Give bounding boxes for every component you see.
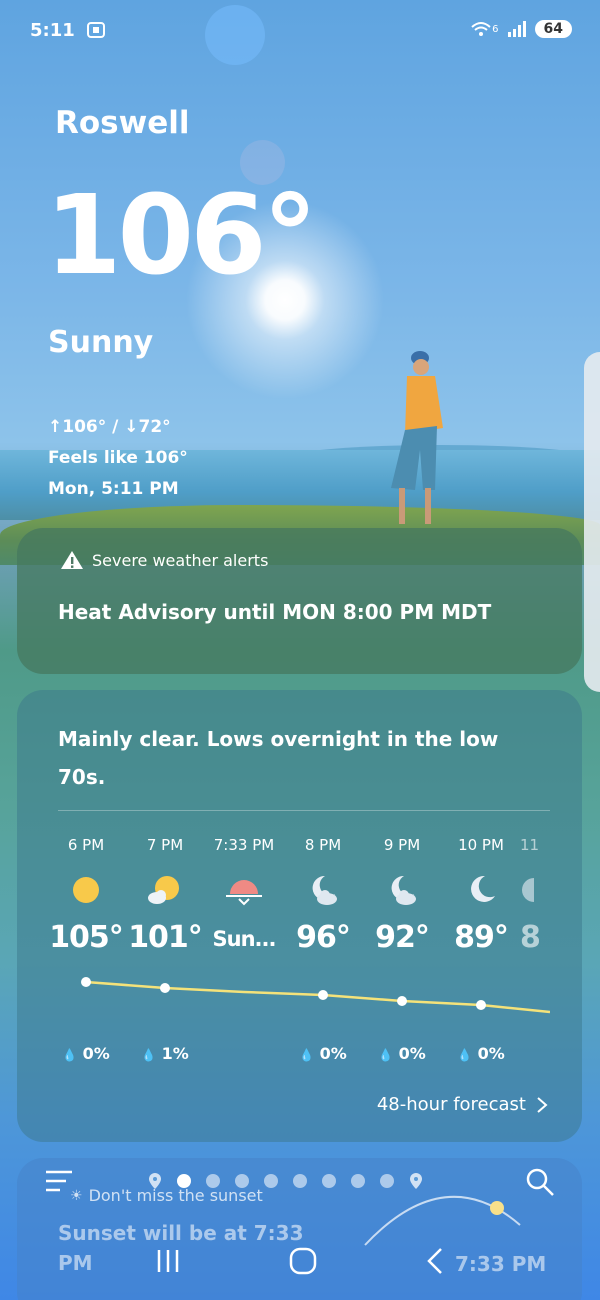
page-indicator[interactable] (148, 1172, 423, 1190)
page-dot[interactable] (206, 1174, 220, 1188)
temp-point (476, 1000, 486, 1010)
hourly-forecast-list[interactable]: 6 PM 105° 7 PM 101° 7:33 PM Sun... 8 PM … (46, 836, 550, 1076)
hour-time: 7:33 PM (213, 836, 275, 854)
page-dot[interactable] (351, 1174, 365, 1188)
current-temperature: 106° (45, 171, 318, 299)
recent-apps-icon[interactable] (153, 1248, 183, 1274)
sun-icon (73, 877, 99, 903)
weather-condition: Sunny (48, 325, 154, 360)
hour-time: 11 (520, 836, 540, 854)
hour-item[interactable]: 10 PM 89° (441, 836, 521, 970)
temp-point (397, 996, 407, 1006)
signal-icon (507, 21, 526, 37)
temp-point (318, 990, 328, 1000)
wifi-label: 6 (492, 23, 499, 35)
precipitation: 💧 0% (62, 1044, 110, 1063)
hour-item[interactable]: 7:33 PM Sun... (204, 836, 284, 970)
page-dot[interactable] (380, 1174, 394, 1188)
alert-header: Severe weather alerts (60, 550, 268, 570)
droplet-icon: 💧 (457, 1048, 473, 1062)
precipitation: 💧 0% (457, 1044, 505, 1063)
hour-time: 8 PM (304, 836, 342, 854)
menu-icon[interactable] (42, 1166, 78, 1202)
date-time: Mon, 5:11 PM (48, 479, 179, 499)
droplet-icon: 💧 (378, 1048, 394, 1062)
system-navigation-bar (0, 1236, 600, 1286)
location-pin-icon (149, 1173, 161, 1189)
alert-body: Heat Advisory until MON 8:00 PM MDT (58, 600, 492, 624)
page-dot[interactable] (177, 1174, 191, 1188)
status-icons: 6 64 (470, 20, 572, 38)
precipitation: 💧 1% (141, 1044, 189, 1063)
partly-cloudy-night-icon (312, 875, 337, 905)
page-dot[interactable] (264, 1174, 278, 1188)
hour-item[interactable]: 9 PM 92° (362, 836, 442, 970)
warning-icon (61, 551, 83, 569)
feels-like: Feels like 106° (48, 448, 188, 468)
precipitation: 💧 0% (378, 1044, 426, 1063)
divider (58, 810, 550, 811)
hour-item[interactable]: 8 PM 96° (283, 836, 363, 970)
forecast-summary: Mainly clear. Lows overnight in the low … (58, 727, 499, 789)
hour-time: 9 PM (383, 836, 421, 854)
48-hour-forecast-link[interactable]: 48-hour forecast (377, 1094, 548, 1115)
edge-panel-handle[interactable] (584, 352, 600, 692)
page-dot[interactable] (235, 1174, 249, 1188)
clear-night-icon (471, 875, 495, 902)
battery-indicator: 64 (534, 20, 572, 38)
temperature-trend-line (81, 977, 550, 1014)
location-pin-icon (410, 1173, 422, 1189)
hour-time: 10 PM (458, 836, 504, 854)
back-icon[interactable] (423, 1246, 447, 1276)
forecast-link-label: 48-hour forecast (376, 1094, 526, 1115)
hour-time: 6 PM (67, 836, 105, 854)
hour-item[interactable]: 11 8 (520, 836, 550, 970)
droplet-icon: 💧 (62, 1048, 78, 1062)
search-icon[interactable] (524, 1166, 556, 1198)
screenshot-icon (87, 22, 106, 38)
alert-title: Severe weather alerts (92, 550, 269, 570)
person-illustration (391, 351, 443, 524)
droplet-icon: 💧 (299, 1048, 315, 1062)
high-low-temperature: ↑106° / ↓72° (48, 417, 171, 437)
chevron-right-icon (537, 1096, 548, 1113)
temp-point (160, 983, 170, 993)
clear-night-icon (522, 878, 534, 902)
hour-time: 7 PM (146, 836, 184, 854)
page-dot[interactable] (293, 1174, 307, 1188)
droplet-icon: 💧 (141, 1048, 157, 1062)
temp-point (81, 977, 91, 987)
hour-item[interactable]: 7 PM 101° (125, 836, 205, 970)
wifi-icon (471, 22, 491, 36)
partly-sunny-icon (148, 876, 179, 904)
sunset-icon (226, 880, 262, 906)
page-dot[interactable] (322, 1174, 336, 1188)
light-orb (205, 5, 265, 65)
status-time: 5:11 (30, 20, 106, 41)
partly-cloudy-night-icon (391, 875, 416, 905)
precipitation: 💧 0% (299, 1044, 347, 1063)
home-icon[interactable] (288, 1246, 318, 1276)
hour-item[interactable]: 6 PM 105° (46, 836, 126, 970)
city-name[interactable]: Roswell (55, 105, 190, 141)
